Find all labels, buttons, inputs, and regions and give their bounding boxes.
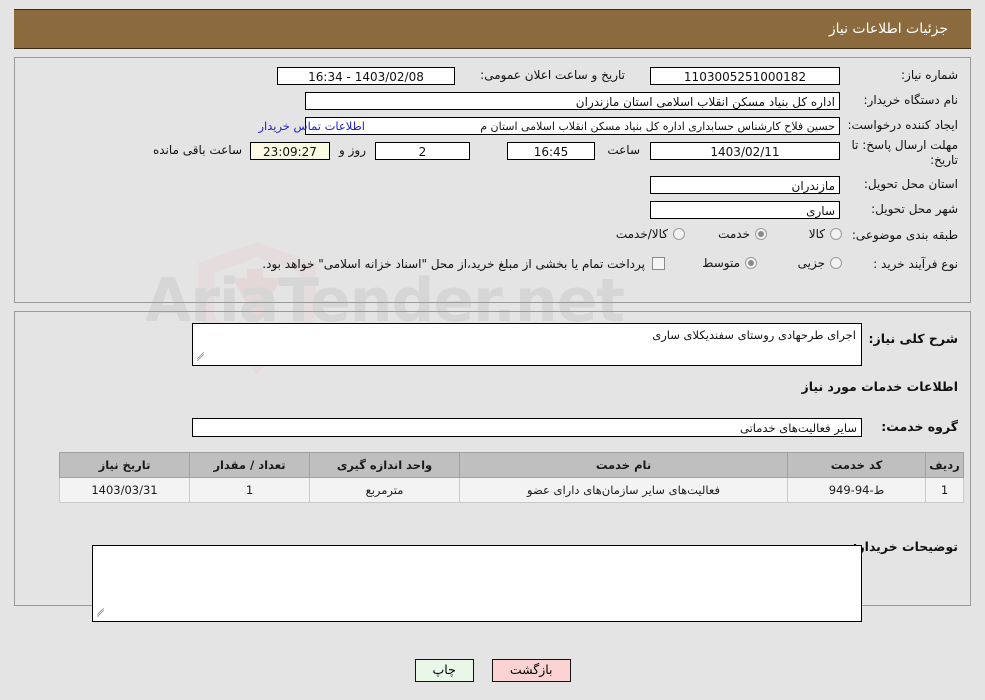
need-number-label: شماره نیاز: — [901, 68, 958, 82]
treasury-bonds-checkbox[interactable] — [652, 257, 665, 270]
category-option-label: کالا — [808, 227, 825, 241]
deadline-hour-value: 16:45 — [507, 142, 595, 160]
radio-icon-kala-khedmat[interactable] — [673, 228, 685, 240]
remaining-days-value: 2 — [375, 142, 470, 160]
page-title-bar: جزئیات اطلاعات نیاز — [14, 9, 971, 49]
details-panel: شرح کلی نیاز: اجرای طرحهادی روستای سفندی… — [14, 311, 971, 622]
announce-datetime-value: 1403/02/08 - 16:34 — [277, 67, 455, 85]
need-number-value: 1103005251000182 — [650, 67, 840, 85]
cell-quantity: 1 — [189, 477, 310, 503]
back-button[interactable]: بازگشت — [491, 659, 571, 682]
radio-icon-jozi[interactable] — [830, 257, 842, 269]
cell-radif: 1 — [925, 477, 964, 503]
category-radio-kala[interactable]: کالا — [809, 227, 842, 241]
deadline-label: مهلت ارسال پاسخ: تا تاریخ: — [851, 138, 958, 167]
process-radio-motavaset[interactable]: متوسط — [702, 256, 757, 270]
general-desc-label: شرح کلی نیاز: — [868, 331, 958, 346]
service-group-value: سایر فعالیت‌های خدماتی — [192, 418, 862, 437]
process-option-label: جزیی — [797, 256, 825, 270]
category-radio-kala-khedmat[interactable]: کالا/خدمت — [616, 227, 685, 241]
radio-icon-khedmat[interactable] — [755, 228, 767, 240]
col-header-unit: واحد اندازه گیری — [309, 452, 460, 478]
province-label: استان محل تحویل: — [863, 177, 958, 191]
category-option-label: کالا/خدمت — [615, 227, 668, 241]
buyer-comments-textarea[interactable] — [92, 545, 862, 622]
resize-grip-icon[interactable] — [195, 351, 205, 364]
col-header-need-date: تاریخ نیاز — [59, 452, 190, 478]
cell-service-name: فعالیت‌های سایر سازمان‌های دارای عضو — [459, 477, 788, 503]
col-header-service-name: نام خدمت — [459, 452, 788, 478]
radio-icon-kala[interactable] — [830, 228, 842, 240]
creator-label: ایجاد کننده درخواست: — [847, 118, 958, 132]
city-label: شهر محل تحویل: — [871, 202, 958, 216]
resize-grip-icon[interactable] — [95, 607, 105, 620]
print-button[interactable]: چاپ — [414, 659, 474, 682]
service-group-label: گروه خدمت: — [881, 419, 958, 434]
table-row: 1 ط-94-949 فعالیت‌های سایر سازمان‌های دا… — [59, 477, 964, 503]
announce-datetime-label: تاریخ و ساعت اعلان عمومی: — [480, 68, 625, 82]
cell-need-date: 1403/03/31 — [59, 477, 190, 503]
buyer-contact-link[interactable]: اطلاعات تماس خریدار — [258, 119, 365, 133]
need-info-panel: شماره نیاز: 1103005251000182 تاریخ و ساع… — [14, 57, 971, 303]
page-title: جزئیات اطلاعات نیاز — [828, 21, 948, 37]
buyer-comments-label: توضیحات خریدار: — [852, 539, 958, 554]
treasury-bonds-label: پرداخت تمام یا بخشی از مبلغ خرید،از محل … — [262, 257, 645, 271]
category-radio-khedmat[interactable]: خدمت — [718, 227, 767, 241]
process-option-label: متوسط — [702, 256, 740, 270]
buyer-org-value: اداره کل بنیاد مسکن انقلاب اسلامی استان … — [305, 92, 840, 110]
col-header-radif: ردیف — [925, 452, 964, 478]
remaining-time-value: 23:09:27 — [250, 142, 330, 160]
general-desc-textarea[interactable]: اجرای طرحهادی روستای سفندیکلای ساری — [192, 323, 862, 366]
footer-button-bar: بازگشت چاپ — [0, 659, 985, 682]
services-heading: اطلاعات خدمات مورد نیاز — [801, 379, 959, 394]
category-option-label: خدمت — [718, 227, 750, 241]
cell-service-code: ط-94-949 — [787, 477, 926, 503]
col-header-quantity: تعداد / مقدار — [189, 452, 310, 478]
buyer-org-label: نام دستگاه خریدار: — [863, 93, 959, 107]
deadline-hour-label: ساعت — [607, 143, 640, 157]
deadline-date-value: 1403/02/11 — [650, 142, 840, 160]
city-value: ساری — [650, 201, 840, 219]
services-table: ردیف کد خدمت نام خدمت واحد اندازه گیری ت… — [59, 452, 964, 503]
radio-icon-motavaset[interactable] — [745, 257, 757, 269]
process-label: نوع فرآیند خرید : — [873, 257, 958, 271]
col-header-service-code: کد خدمت — [787, 452, 926, 478]
process-radio-jozi[interactable]: جزیی — [798, 256, 842, 270]
cell-unit: مترمربع — [309, 477, 460, 503]
creator-value: حسین فلاح کارشناس حسابداری اداره کل بنیا… — [305, 117, 840, 135]
category-label: طبقه بندی موضوعی: — [851, 228, 958, 242]
remaining-days-label: روز و — [339, 143, 366, 157]
general-desc-value: اجرای طرحهادی روستای سفندیکلای ساری — [652, 328, 856, 342]
table-header-row: ردیف کد خدمت نام خدمت واحد اندازه گیری ت… — [59, 452, 964, 478]
remaining-time-label: ساعت باقی مانده — [152, 143, 242, 157]
province-value: مازندران — [650, 176, 840, 194]
